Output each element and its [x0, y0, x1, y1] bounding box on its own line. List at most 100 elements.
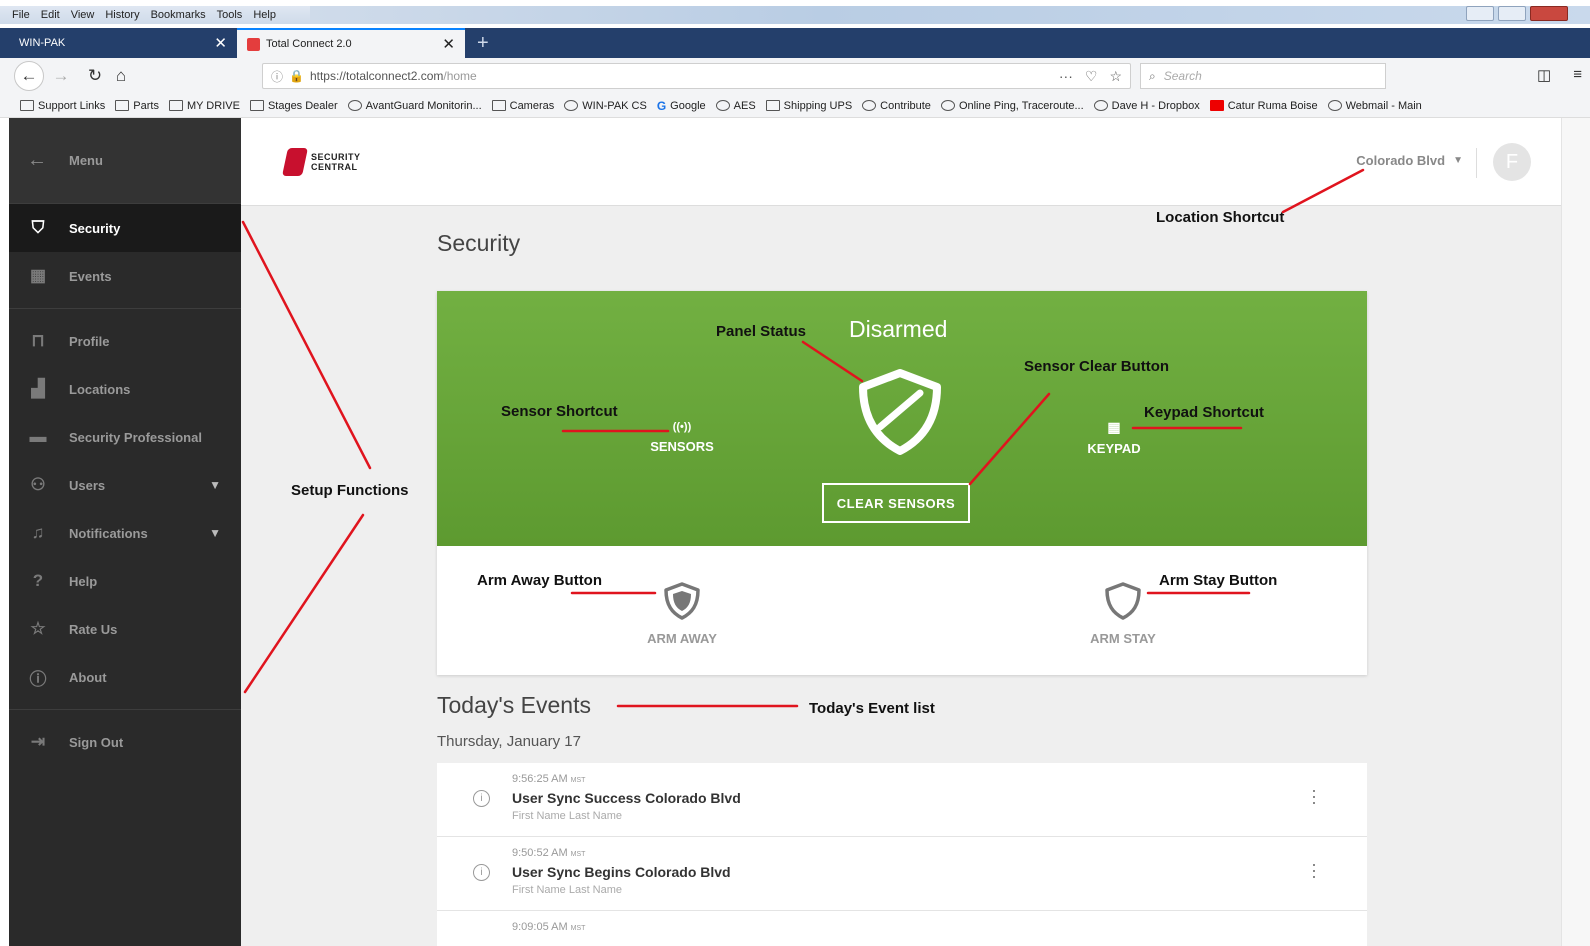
tab-total-connect[interactable]: Total Connect 2.0 ✕ [237, 28, 465, 58]
sidebar-item-locations[interactable]: ▟ Locations [9, 365, 241, 413]
sidebar-item-about[interactable]: ⓘ About [9, 653, 241, 701]
event-title: User Sync Success Colorado Blvd [512, 790, 741, 806]
menu-label: Menu [69, 153, 103, 168]
search-icon: ⌕ [1149, 68, 1156, 83]
bookmark-item[interactable]: Online Ping, Traceroute... [940, 100, 1084, 112]
header-divider [1476, 148, 1477, 178]
sidebar-item-label: Locations [69, 381, 131, 397]
bookmark-label: WIN-PAK CS [582, 99, 647, 112]
minimize-button[interactable] [1466, 6, 1494, 21]
list-item[interactable]: i 9:50:52 AM MST User Sync Begins Colorad… [437, 837, 1367, 911]
event-title: User Sync Begins Colorado Blvd [512, 864, 731, 880]
sidebar-item-notifications[interactable]: ♫ Notifications ▼ [9, 509, 241, 557]
sidebar-item-label: Sign Out [69, 734, 124, 750]
avatar[interactable]: F [1493, 143, 1531, 181]
bookmark-item[interactable]: Stages Dealer [249, 100, 338, 112]
keypad-shortcut[interactable]: ▦ KEYPAD [1069, 419, 1159, 456]
menu-history[interactable]: History [105, 9, 139, 21]
sidebar-item-sign-out[interactable]: ⇥ Sign Out [9, 718, 241, 766]
sidebar-toggle-icon[interactable]: ◫ [1537, 66, 1551, 84]
bookmark-item[interactable]: Dave H - Dropbox [1093, 100, 1200, 112]
forward-arrow-icon[interactable]: → [48, 63, 74, 89]
clear-sensors-button[interactable]: CLEAR SENSORS [822, 483, 970, 523]
caret-down-icon: ▼ [1453, 155, 1463, 166]
hamburger-menu-icon[interactable]: ≡ [1573, 66, 1582, 84]
bookmark-item[interactable]: Shipping UPS [765, 99, 853, 112]
bookmark-label: Support Links [38, 99, 106, 112]
info-icon[interactable]: ⓘ [271, 68, 283, 85]
list-item[interactable]: i 9:56:25 AM MST User Sync Success Colora… [437, 763, 1367, 837]
sidebar-item-rate-us[interactable]: ☆ Rate Us [9, 605, 241, 653]
sidebar-menu-header[interactable]: ← Menu [9, 118, 241, 204]
location-selector[interactable]: Colorado Blvd ▼ [1356, 153, 1463, 168]
bookmark-item[interactable]: G Google [656, 98, 706, 113]
close-icon[interactable]: ✕ [214, 34, 227, 52]
search-input[interactable]: ⌕ Search [1140, 63, 1386, 89]
event-time: 9:09:05 AM MST [512, 921, 585, 933]
more-icon[interactable]: ··· [1059, 68, 1073, 85]
more-vertical-icon[interactable]: · · · [1311, 781, 1317, 811]
sidebar-item-events[interactable]: ▦ Events [9, 252, 241, 300]
maximize-button[interactable] [1498, 6, 1526, 21]
security-central-logo[interactable]: SECURITY CENTRAL [282, 148, 361, 176]
bookmark-item[interactable]: Support Links [20, 100, 105, 112]
url-bar[interactable]: ⓘ 🔒 https://totalconnect2.com/home ··· ♡… [262, 63, 1131, 89]
security-panel-card: Disarmed ((•)) SENSORS ▦ KEYPAD CLEAR SE… [437, 291, 1367, 675]
globe-icon [347, 100, 362, 111]
bookmark-label: AvantGuard Monitorin... [365, 99, 482, 112]
arm-stay-label: ARM STAY [1090, 631, 1156, 646]
home-icon[interactable]: ⌂ [108, 63, 134, 89]
arm-stay-button[interactable]: ARM STAY [1073, 581, 1173, 646]
back-arrow-icon[interactable]: ← [14, 61, 44, 91]
bookmark-item[interactable]: MY DRIVE [168, 100, 240, 112]
reload-icon[interactable]: ↻ [82, 63, 108, 89]
arm-away-button[interactable]: ARM AWAY [632, 581, 732, 646]
bookmark-item[interactable]: Catur Ruma Boise [1209, 100, 1318, 112]
bookmark-label: Contribute [880, 99, 931, 112]
menu-help[interactable]: Help [253, 9, 276, 21]
more-vertical-icon[interactable]: · · · [1311, 855, 1317, 885]
events-list: i 9:56:25 AM MST User Sync Success Colora… [437, 763, 1367, 946]
bookmark-label: Shipping UPS [783, 99, 853, 112]
event-user: First Name Last Name [512, 810, 623, 822]
back-arrow-icon[interactable]: ← [27, 149, 47, 172]
menu-file[interactable]: File [12, 9, 30, 21]
menu-edit[interactable]: Edit [41, 9, 60, 21]
bookmark-item[interactable]: Parts [115, 100, 159, 112]
sidebar-item-security[interactable]: ⛉ Security [9, 204, 241, 252]
tab-winpak[interactable]: WIN-PAK ✕ [9, 28, 237, 58]
nav-bar: ← → ↻ ⌂ ⓘ 🔒 https://totalconnect2.com/ho… [0, 58, 1590, 94]
bookmark-item[interactable]: Webmail - Main [1327, 100, 1422, 112]
sidebar-item-security-professional[interactable]: ▬ Security Professional [9, 413, 241, 461]
sensor-icon: ((•)) [672, 421, 692, 433]
menu-view[interactable]: View [71, 9, 95, 21]
sidebar-item-label: Profile [69, 333, 110, 349]
shield-outline-icon [1105, 582, 1141, 620]
annotation-location-shortcut: Location Shortcut [1156, 209, 1285, 226]
chevron-down-icon[interactable]: ▼ [209, 526, 221, 540]
list-item[interactable]: 9:09:05 AM MST [437, 911, 1367, 946]
scrollbar[interactable] [1561, 118, 1590, 946]
chevron-down-icon[interactable]: ▼ [209, 478, 221, 492]
window-close-button[interactable] [1530, 6, 1568, 21]
search-placeholder: Search [1163, 69, 1202, 83]
sidebar-item-profile[interactable]: ⊓ Profile [9, 317, 241, 365]
bookmark-item[interactable]: Contribute [862, 100, 931, 112]
bookmark-item[interactable]: AES [715, 99, 756, 112]
bookmark-label: AES [733, 99, 756, 112]
sidebar-item-users[interactable]: ⚇ Users ▼ [9, 461, 241, 509]
annotation-arm-stay-button: Arm Stay Button [1159, 572, 1278, 589]
star-icon: ☆ [30, 619, 46, 638]
menu-bookmarks[interactable]: Bookmarks [151, 9, 206, 21]
menu-tools[interactable]: Tools [217, 9, 243, 21]
close-icon[interactable]: ✕ [442, 35, 455, 53]
sensors-shortcut[interactable]: ((•)) SENSORS [637, 421, 727, 454]
pocket-icon[interactable]: ♡ [1085, 68, 1098, 85]
bookmark-item[interactable]: Cameras [491, 100, 554, 112]
bookmark-star-icon[interactable]: ☆ [1109, 68, 1122, 85]
sidebar-item-help[interactable]: ? Help [9, 557, 241, 605]
sidebar-item-label: Help [69, 573, 98, 589]
new-tab-button[interactable]: + [465, 28, 489, 58]
bookmark-item[interactable]: WIN-PAK CS [564, 100, 647, 112]
bookmark-item[interactable]: AvantGuard Monitorin... [347, 99, 482, 112]
